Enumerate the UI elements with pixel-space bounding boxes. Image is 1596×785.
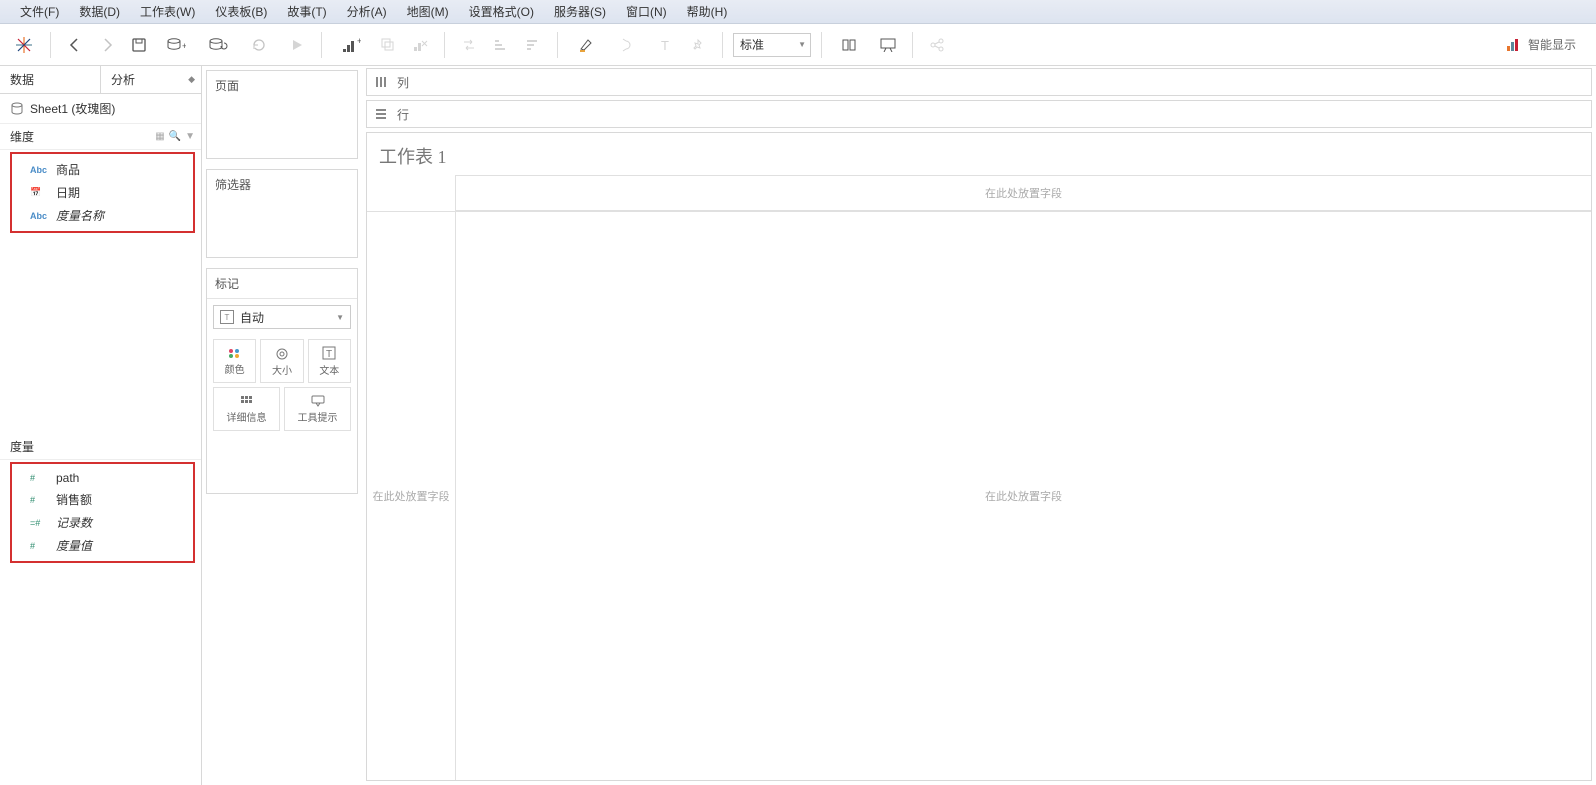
detail-icon xyxy=(240,395,254,407)
marks-text-button[interactable]: T 文本 xyxy=(308,339,351,383)
tableau-logo-icon[interactable] xyxy=(12,33,36,57)
fit-selector[interactable]: 标准 xyxy=(733,33,811,57)
abc-icon: Abc xyxy=(30,211,50,221)
field-date[interactable]: 📅日期 xyxy=(12,181,193,204)
rows-icon xyxy=(375,108,389,120)
worksheet-title[interactable]: 工作表 1 xyxy=(367,133,1591,175)
highlight-button[interactable] xyxy=(568,31,606,59)
svg-text:T: T xyxy=(661,38,669,52)
field-records[interactable]: =#记录数 xyxy=(12,511,193,534)
share-button[interactable] xyxy=(923,31,951,59)
text-icon: T xyxy=(322,346,336,360)
svg-text:+: + xyxy=(357,37,361,46)
dimensions-highlight-box: Abc商品 📅日期 Abc度量名称 xyxy=(10,152,195,233)
number-icon: # xyxy=(30,495,50,505)
filters-card[interactable]: 筛选器 xyxy=(206,169,358,258)
worksheet-pane: 列 行 工作表 1 在此处放置字段 在此处放置字段 在此处放置字段 xyxy=(362,66,1596,785)
drop-rows-area[interactable]: 在此处放置字段 xyxy=(367,211,455,780)
marks-tooltip-button[interactable]: 工具提示 xyxy=(284,387,351,431)
marks-card: 标记 T 自动 颜色 大小 T 文本 xyxy=(206,268,358,494)
view-toggle-icon[interactable]: ▦ xyxy=(155,131,164,142)
menu-dropdown-icon[interactable]: ▼ xyxy=(185,131,195,142)
show-me-icon xyxy=(1506,38,1522,52)
marks-detail-button[interactable]: 详细信息 xyxy=(213,387,280,431)
columns-icon xyxy=(375,76,389,88)
toolbar: + + T 标准 智能显示 xyxy=(0,24,1596,66)
group-button[interactable] xyxy=(610,31,648,59)
totals-button[interactable]: T xyxy=(652,31,680,59)
presentation-mode-button[interactable] xyxy=(874,31,902,59)
run-button[interactable] xyxy=(283,31,311,59)
rows-shelf[interactable]: 行 xyxy=(366,100,1592,128)
save-button[interactable] xyxy=(125,31,153,59)
data-pane: 数据 分析◆ Sheet1 (玫瑰图) 维度 ▦🔍▼ Abc商品 📅日期 Abc… xyxy=(0,66,202,785)
tab-data[interactable]: 数据 xyxy=(0,66,101,93)
marks-type-selector[interactable]: T 自动 xyxy=(213,305,351,329)
new-data-source-button[interactable]: + xyxy=(157,31,195,59)
menu-worksheet[interactable]: 工作表(W) xyxy=(132,1,203,22)
worksheet-canvas[interactable]: 工作表 1 在此处放置字段 在此处放置字段 在此处放置字段 xyxy=(366,132,1592,781)
number-icon: # xyxy=(30,541,50,551)
refresh-data-button[interactable] xyxy=(199,31,237,59)
field-path[interactable]: #path xyxy=(12,468,193,488)
abc-icon: Abc xyxy=(30,165,50,175)
dimensions-header: 维度 ▦🔍▼ xyxy=(0,124,201,150)
sort-desc-button[interactable] xyxy=(519,31,547,59)
pages-card[interactable]: 页面 xyxy=(206,70,358,159)
sort-asc-button[interactable] xyxy=(487,31,515,59)
pin-button[interactable] xyxy=(684,31,712,59)
menu-bar: 文件(F) 数据(D) 工作表(W) 仪表板(B) 故事(T) 分析(A) 地图… xyxy=(0,0,1596,24)
menu-map[interactable]: 地图(M) xyxy=(399,1,457,22)
show-hide-cards-button[interactable] xyxy=(832,31,870,59)
menu-data[interactable]: 数据(D) xyxy=(71,1,128,22)
menu-help[interactable]: 帮助(H) xyxy=(679,1,736,22)
menu-story[interactable]: 故事(T) xyxy=(279,1,334,22)
menu-format[interactable]: 设置格式(O) xyxy=(461,1,542,22)
datasource-item[interactable]: Sheet1 (玫瑰图) xyxy=(0,94,201,124)
number-icon: =# xyxy=(30,518,50,528)
color-icon xyxy=(227,347,243,359)
text-icon: T xyxy=(220,310,234,324)
number-icon: # xyxy=(30,473,50,483)
search-icon[interactable]: 🔍 xyxy=(169,131,181,142)
tooltip-icon xyxy=(311,395,325,407)
tab-analytics[interactable]: 分析◆ xyxy=(101,66,201,93)
duplicate-button[interactable] xyxy=(374,31,402,59)
field-measure-values[interactable]: #度量值 xyxy=(12,534,193,557)
auto-update-button[interactable] xyxy=(241,31,279,59)
menu-window[interactable]: 窗口(N) xyxy=(618,1,675,22)
clear-button[interactable] xyxy=(406,31,434,59)
swap-button[interactable] xyxy=(455,31,483,59)
drop-columns-area[interactable]: 在此处放置字段 xyxy=(455,175,1591,211)
marks-color-button[interactable]: 颜色 xyxy=(213,339,256,383)
calendar-icon: 📅 xyxy=(30,187,50,198)
measures-highlight-box: #path #销售额 =#记录数 #度量值 xyxy=(10,462,195,563)
show-me-button[interactable]: 智能显示 xyxy=(1506,36,1588,53)
svg-text:T: T xyxy=(326,349,332,360)
columns-shelf[interactable]: 列 xyxy=(366,68,1592,96)
field-product[interactable]: Abc商品 xyxy=(12,158,193,181)
marks-size-button[interactable]: 大小 xyxy=(260,339,303,383)
field-sales[interactable]: #销售额 xyxy=(12,488,193,511)
menu-server[interactable]: 服务器(S) xyxy=(546,1,614,22)
menu-analysis[interactable]: 分析(A) xyxy=(339,1,395,22)
size-icon xyxy=(274,346,290,360)
forward-button[interactable] xyxy=(93,31,121,59)
menu-dashboard[interactable]: 仪表板(B) xyxy=(207,1,275,22)
drop-body-area[interactable]: 在此处放置字段 xyxy=(455,211,1591,780)
datasource-icon xyxy=(10,102,24,116)
back-button[interactable] xyxy=(61,31,89,59)
new-worksheet-button[interactable]: + xyxy=(332,31,370,59)
field-measure-names[interactable]: Abc度量名称 xyxy=(12,204,193,227)
menu-file[interactable]: 文件(F) xyxy=(12,1,67,22)
svg-text:+: + xyxy=(182,41,186,51)
cards-pane: 页面 筛选器 标记 T 自动 颜色 大小 xyxy=(202,66,362,785)
measures-header: 度量 xyxy=(0,434,201,460)
